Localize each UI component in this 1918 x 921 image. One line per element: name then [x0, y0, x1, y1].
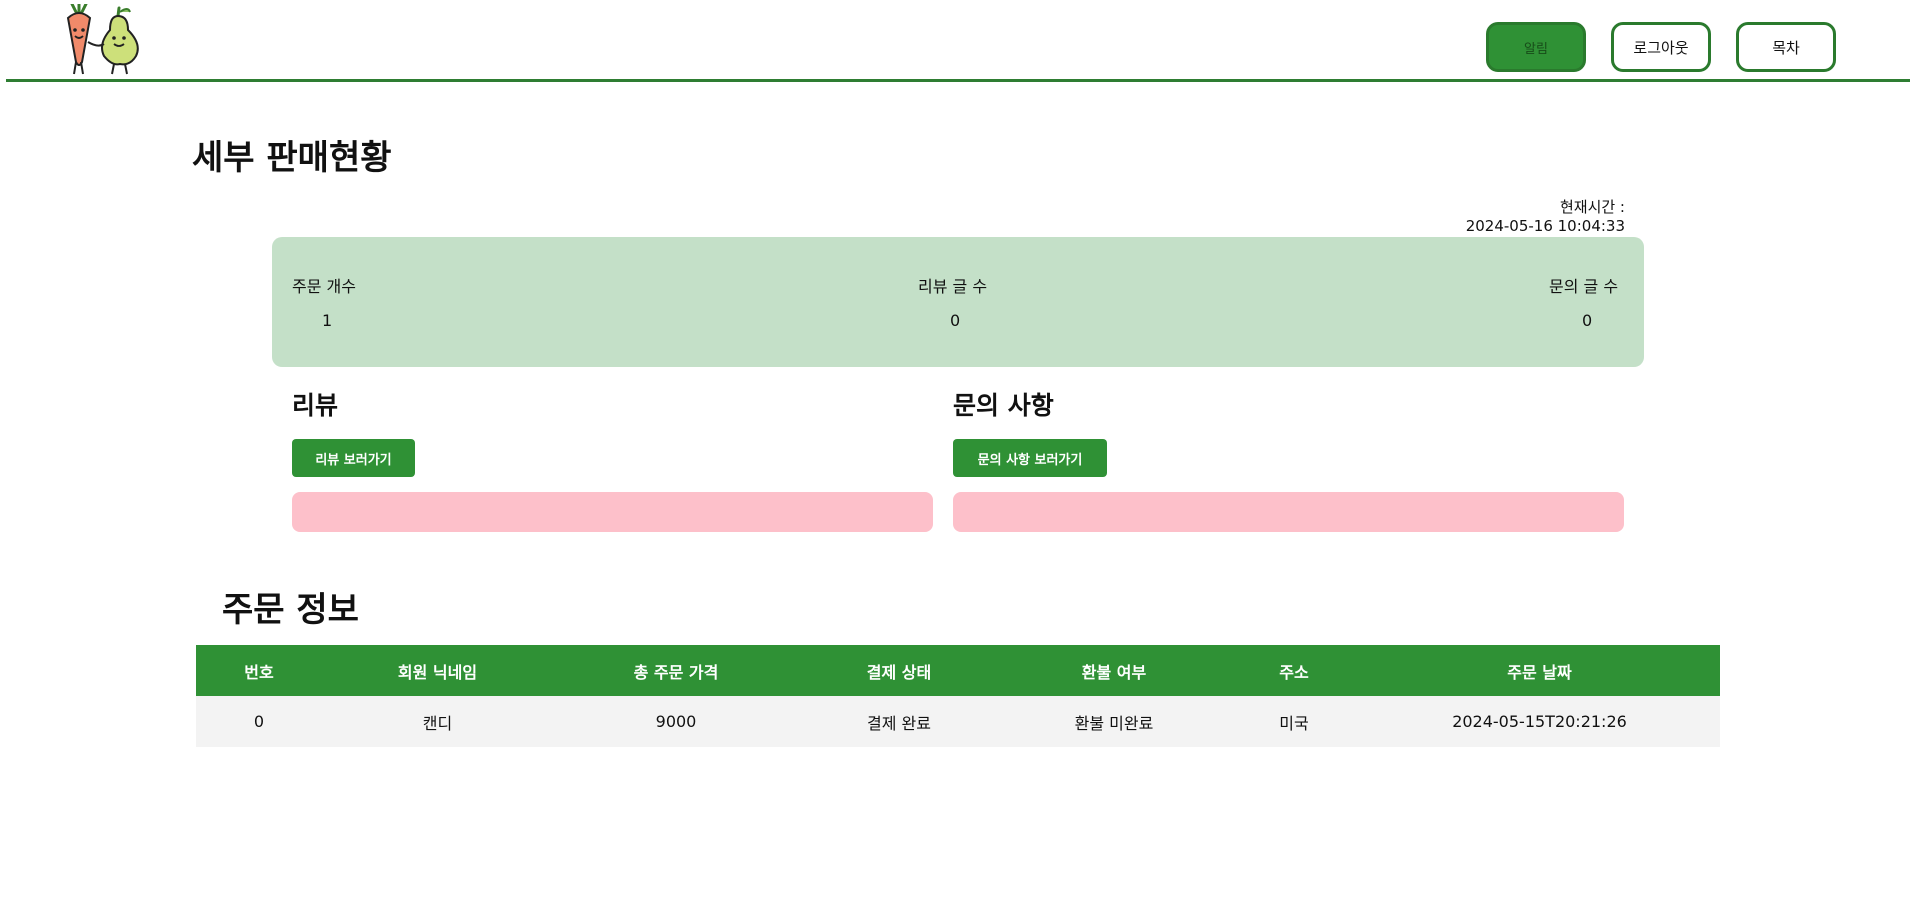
- order-date-cell: 2024-05-15T20:21:26: [1359, 696, 1720, 747]
- inquiry-section-title: 문의 사항: [953, 391, 1054, 420]
- inquiry-count-label: 문의 글 수: [1549, 277, 1619, 296]
- column-header: 결제 상태: [799, 645, 999, 696]
- table-row[interactable]: 0 캔디 9000 결제 완료 환불 미완료 미국 2024-05-15T20:…: [196, 696, 1720, 747]
- review-count-label: 리뷰 글 수: [918, 277, 988, 296]
- column-header: 회원 닉네임: [322, 645, 553, 696]
- alarm-button[interactable]: 알림: [1486, 22, 1586, 72]
- column-header: 주소: [1229, 645, 1359, 696]
- order-count-value: 1: [322, 311, 333, 330]
- order-number-cell: 0: [196, 696, 322, 747]
- review-section-title: 리뷰: [292, 391, 339, 420]
- member-nickname-cell: 캔디: [322, 696, 553, 747]
- column-header: 환불 여부: [999, 645, 1229, 696]
- carrot-and-pear-logo[interactable]: [64, 4, 144, 76]
- total-price-cell: 9000: [553, 696, 799, 747]
- column-header: 번호: [196, 645, 322, 696]
- menu-button[interactable]: 목차: [1736, 22, 1836, 72]
- review-list-box: [292, 492, 933, 532]
- current-time-value: 2024-05-16 10:04:33: [1465, 217, 1625, 235]
- review-count-value: 0: [950, 311, 961, 330]
- orders-table: 번호 회원 닉네임 총 주문 가격 결제 상태 환불 여부 주소 주문 날짜 0…: [196, 645, 1720, 747]
- address-cell: 미국: [1229, 696, 1359, 747]
- order-info-title: 주문 정보: [222, 590, 359, 630]
- column-header: 총 주문 가격: [553, 645, 799, 696]
- view-inquiries-button[interactable]: 문의 사항 보러가기: [953, 439, 1107, 477]
- current-time-label: 현재시간 :: [1559, 198, 1625, 216]
- column-header: 주문 날짜: [1359, 645, 1720, 696]
- inquiry-list-box: [953, 492, 1624, 532]
- stats-panel: 주문 개수 1 리뷰 글 수 0 문의 글 수 0: [272, 237, 1644, 367]
- logout-button[interactable]: 로그아웃: [1611, 22, 1711, 72]
- payment-status-cell: 결제 완료: [799, 696, 999, 747]
- view-reviews-button[interactable]: 리뷰 보러가기: [292, 439, 415, 477]
- refund-status-cell: 환불 미완료: [999, 696, 1229, 747]
- inquiry-count-value: 0: [1582, 311, 1593, 330]
- table-header-row: 번호 회원 닉네임 총 주문 가격 결제 상태 환불 여부 주소 주문 날짜: [196, 645, 1720, 696]
- page-title: 세부 판매현황: [192, 138, 392, 178]
- header: 알림 로그아웃 목차: [6, 0, 1910, 82]
- order-count-label: 주문 개수: [292, 277, 356, 296]
